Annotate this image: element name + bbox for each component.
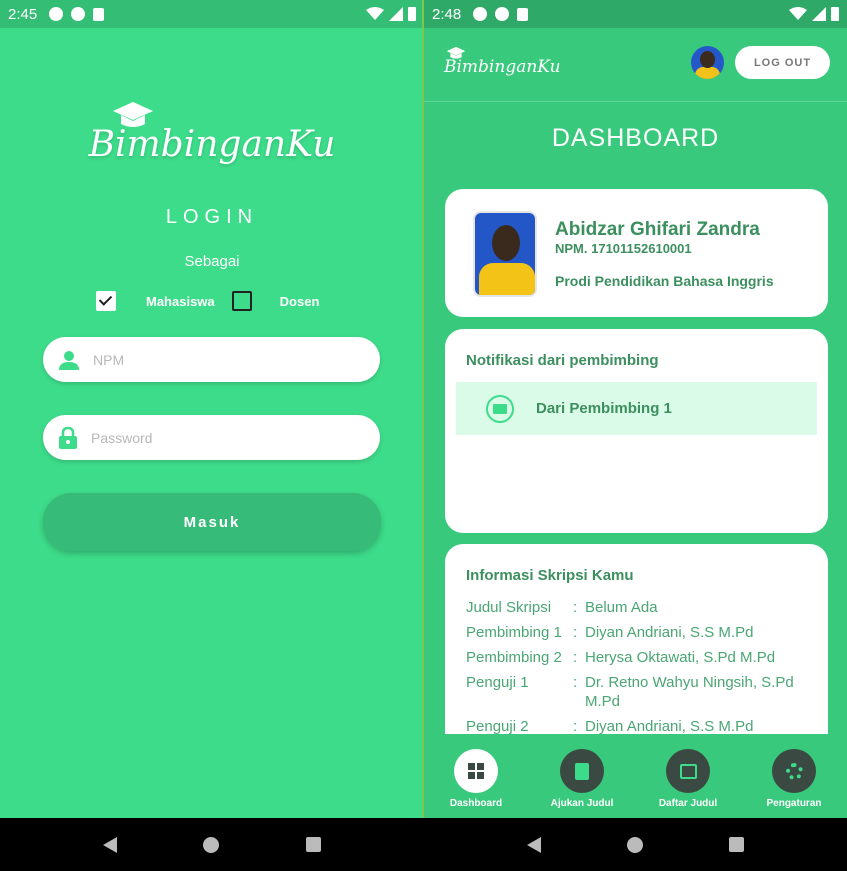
- npm-input[interactable]: [93, 351, 333, 368]
- lock-icon: [59, 426, 77, 449]
- profile-card: Abidzar Ghifari Zandra NPM. 171011526100…: [445, 189, 828, 317]
- signal-icon: [389, 7, 403, 21]
- info-key: Pembimbing 1: [466, 624, 562, 641]
- info-key: Penguji 2: [466, 718, 529, 734]
- page-title: DASHBOARD: [551, 124, 720, 152]
- status-bar: 2:45: [0, 0, 424, 28]
- role-selector: Mahasiswa Dosen: [96, 291, 319, 311]
- logout-button[interactable]: LOG OUT: [735, 46, 830, 79]
- nav-daftar-judul-label: Daftar Judul: [658, 798, 718, 809]
- mail-icon: [486, 394, 514, 423]
- app-notification-icon: [71, 7, 86, 21]
- dosen-checkbox[interactable]: [231, 291, 252, 311]
- battery-icon: [408, 7, 416, 21]
- wifi-icon: [366, 7, 384, 20]
- clipboard-icon: [560, 749, 604, 793]
- info-key: Judul Skripsi: [466, 599, 552, 616]
- profile-photo: [473, 211, 537, 297]
- system-nav-bar: [0, 818, 424, 871]
- info-row: Judul Skripsi: Belum Ada: [466, 598, 809, 617]
- app-logo: BimbinganKu: [444, 46, 561, 77]
- app-logo-text: BimbinganKu: [88, 124, 336, 165]
- nav-ajukan-judul-label: Ajukan Judul: [550, 798, 614, 809]
- info-row: Pembimbing 2: Herysa Oktawati, S.Pd M.Pd: [466, 648, 809, 667]
- password-field[interactable]: [43, 415, 380, 460]
- gear-icon: [772, 749, 816, 793]
- nav-dashboard[interactable]: Dashboard: [431, 749, 521, 809]
- thesis-info-table: Judul Skripsi: Belum Ada Pembimbing 1: D…: [466, 598, 809, 734]
- sd-card-icon: [93, 7, 105, 21]
- info-icon: [473, 7, 488, 21]
- avatar[interactable]: [691, 46, 724, 79]
- info-value: Diyan Andriani, S.S M.Pd: [585, 624, 754, 641]
- student-prodi: Prodi Pendidikan Bahasa Inggris: [555, 273, 774, 289]
- info-row: Penguji 2: Diyan Andriani, S.S M.Pd: [466, 717, 809, 734]
- recents-icon[interactable]: [305, 837, 321, 852]
- notification-item[interactable]: Dari Pembimbing 1: [456, 382, 817, 435]
- app-logo-text: BimbinganKu: [444, 57, 561, 77]
- student-npm: NPM. 17101152610001: [555, 241, 692, 256]
- home-icon[interactable]: [627, 836, 643, 853]
- dashboard-icon: [454, 749, 498, 793]
- info-value: Diyan Andriani, S.S M.Pd: [585, 718, 754, 734]
- nav-dashboard-label: Dashboard: [449, 798, 503, 809]
- info-icon: [49, 7, 64, 21]
- npm-field[interactable]: [43, 337, 380, 382]
- sd-card-icon: [517, 7, 529, 21]
- masuk-button[interactable]: Masuk: [43, 493, 381, 551]
- notification-heading: Notifikasi dari pembimbing: [466, 352, 659, 369]
- dashboard-screen: 2:48 BimbinganKu LOG OUT DASHBOARD Abidz…: [424, 0, 847, 871]
- info-value: Herysa Oktawati, S.Pd M.Pd: [585, 649, 776, 666]
- info-key: Pembimbing 2: [466, 649, 562, 666]
- user-icon: [59, 350, 79, 370]
- info-key: Penguji 1: [466, 674, 529, 691]
- app-logo: BimbinganKu: [0, 100, 424, 165]
- notification-label: Dari Pembimbing 1: [536, 400, 672, 417]
- login-title: LOGIN: [165, 206, 259, 228]
- status-time: 2:48: [432, 5, 462, 23]
- app-header: BimbinganKu LOG OUT: [424, 28, 847, 102]
- student-name: Abidzar Ghifari Zandra: [555, 219, 760, 240]
- back-icon[interactable]: [103, 836, 118, 853]
- notification-card: Notifikasi dari pembimbing Dari Pembimbi…: [445, 329, 828, 533]
- thesis-info-heading: Informasi Skripsi Kamu: [466, 567, 634, 584]
- info-row: Penguji 1: Dr. Retno Wahyu Ningsih, S.Pd…: [466, 673, 809, 711]
- password-input[interactable]: [91, 429, 331, 446]
- info-row: Pembimbing 1: Diyan Andriani, S.S M.Pd: [466, 623, 809, 642]
- nav-pengaturan-label: Pengaturan: [766, 798, 822, 809]
- bottom-nav: Dashboard Ajukan Judul Daftar Judul Peng…: [424, 734, 847, 818]
- login-screen: 2:45 BimbinganKu LOGIN Sebagai Mahasiswa…: [0, 0, 424, 871]
- status-bar: 2:48: [424, 0, 847, 28]
- system-nav-bar: [424, 818, 847, 871]
- list-doc-icon: [666, 749, 710, 793]
- nav-daftar-judul[interactable]: Daftar Judul: [643, 749, 733, 809]
- nav-pengaturan[interactable]: Pengaturan: [749, 749, 839, 809]
- info-value: Dr. Retno Wahyu Ningsih, S.Pd M.Pd: [585, 674, 794, 710]
- battery-icon: [831, 7, 839, 21]
- signal-icon: [812, 7, 826, 21]
- app-notification-icon: [495, 7, 510, 21]
- status-time: 2:45: [8, 5, 38, 23]
- back-icon[interactable]: [527, 836, 541, 853]
- nav-ajukan-judul[interactable]: Ajukan Judul: [537, 749, 627, 809]
- dosen-label: Dosen: [279, 293, 320, 309]
- mahasiswa-checkbox[interactable]: [96, 291, 116, 311]
- mahasiswa-label: Mahasiswa: [146, 293, 215, 309]
- recents-icon[interactable]: [729, 837, 744, 852]
- thesis-info-card: Informasi Skripsi Kamu Judul Skripsi: Be…: [445, 544, 828, 734]
- role-label: Sebagai: [184, 253, 240, 270]
- wifi-icon: [789, 7, 807, 20]
- info-value: Belum Ada: [585, 599, 658, 616]
- home-icon[interactable]: [203, 836, 220, 853]
